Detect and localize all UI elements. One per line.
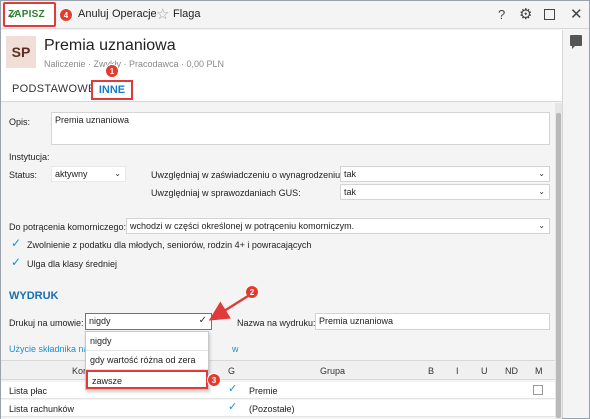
opis-label: Opis: xyxy=(9,117,31,127)
scrollbar-thumb[interactable] xyxy=(556,113,561,418)
dropdown-option-nonzero[interactable]: gdy wartość różna od zera xyxy=(86,351,208,370)
step-badge-1: 1 xyxy=(105,64,119,78)
row-name: Lista płac xyxy=(9,386,48,396)
page-subtitle: Naliczenie · Zwykły · Pracodawca · 0,00 … xyxy=(44,59,225,69)
row-grupa: (Pozostałe) xyxy=(249,404,295,414)
row-g-checkbox[interactable]: ✓ xyxy=(228,402,238,413)
drukuj-select[interactable]: nigdy ✓ xyxy=(85,313,212,330)
help-icon[interactable]: ? xyxy=(498,7,505,22)
column-header: I xyxy=(456,366,459,376)
dropdown-option-nigdy[interactable]: nigdy xyxy=(86,332,208,351)
drukuj-label: Drukuj na umowie: xyxy=(9,318,84,328)
drukuj-value: nigdy xyxy=(89,316,111,326)
gus-select[interactable]: tak ⌄ xyxy=(340,184,550,200)
nazwa-label: Nazwa na wydruku: xyxy=(237,318,316,328)
status-value: aktywny xyxy=(55,169,88,179)
chevron-down-icon: ⌄ xyxy=(538,169,545,178)
chevron-down-icon: ⌄ xyxy=(114,169,121,178)
gus-value: tak xyxy=(344,187,357,197)
side-panel xyxy=(562,30,589,418)
drukuj-dropdown-list: nigdy gdy wartość różna od zera zawsze xyxy=(85,331,209,390)
zwolnienie-checkbox[interactable]: ✓ xyxy=(11,237,22,249)
row-grupa: Premie xyxy=(249,386,278,396)
chevron-down-icon: ⌄ xyxy=(538,221,545,230)
step-badge-2: 2 xyxy=(245,285,259,299)
row-g-checkbox[interactable]: ✓ xyxy=(228,384,238,395)
flag-button[interactable]: Flaga xyxy=(173,8,201,20)
operations-menu[interactable]: Operacje xyxy=(112,8,157,20)
column-header: M xyxy=(535,366,543,376)
column-header: Grupa xyxy=(320,366,346,376)
close-icon[interactable]: ✕ xyxy=(570,5,583,23)
cancel-button[interactable]: Anuluj xyxy=(78,8,109,20)
save-button[interactable]: ✓ ZAPISZ xyxy=(3,2,56,27)
zwolnienie-label: Zwolnienie z podatku dla młodych, senior… xyxy=(27,240,312,250)
gear-icon[interactable]: ⚙ xyxy=(519,5,532,23)
chevron-down-icon: ⌄ xyxy=(538,187,545,196)
nazwa-value: Premia uznaniowa xyxy=(319,316,394,326)
save-label: ZAPISZ xyxy=(8,9,45,20)
usage-link[interactable]: Użycie składnika na xyxy=(9,344,89,354)
status-label: Status: xyxy=(9,170,38,180)
star-icon[interactable]: ☆ xyxy=(156,5,169,23)
dropdown-option-zawsze[interactable]: zawsze xyxy=(86,370,208,389)
gus-label: Uwzględniaj w sprawozdaniach GUS: xyxy=(151,188,301,198)
row-m-checkbox[interactable] xyxy=(533,385,543,395)
maximize-icon[interactable] xyxy=(544,7,555,23)
komornicze-value: wchodzi w części określonej w potrąceniu… xyxy=(130,221,355,231)
wydruk-section-title: WYDRUK xyxy=(9,290,59,302)
zaswiadczenie-select[interactable]: tak ⌄ xyxy=(340,166,550,182)
step-badge-4: 4 xyxy=(59,8,73,22)
opis-field[interactable]: Premia uznaniowa xyxy=(51,112,550,145)
nazwa-field[interactable]: Premia uznaniowa xyxy=(315,313,550,330)
column-header: ND xyxy=(505,366,518,376)
column-header: Kor xyxy=(72,366,87,376)
row-name: Lista rachunków xyxy=(9,404,75,414)
avatar: SP xyxy=(6,36,36,68)
usage-link-tail[interactable]: w xyxy=(232,344,239,354)
tab-podstawowe[interactable]: PODSTAWOWE xyxy=(12,83,96,95)
comment-icon[interactable] xyxy=(570,35,582,49)
tab-inne[interactable]: INNE xyxy=(91,80,133,100)
zaswiadczenie-label: Uwzględniaj w zaświadczeniu o wynagrodze… xyxy=(151,170,343,180)
instytucja-label: Instytucja: xyxy=(9,152,50,162)
komornicze-label: Do potrącenia komorniczego: xyxy=(9,222,127,232)
column-header: U xyxy=(481,366,488,376)
komornicze-select[interactable]: wchodzi w części określonej w potrąceniu… xyxy=(126,218,550,234)
check-icon: ✓ xyxy=(198,315,207,326)
tab-inne-label: INNE xyxy=(98,84,126,96)
page-title: Premia uznaniowa xyxy=(44,37,176,54)
ulga-label: Ulga dla klasy średniej xyxy=(27,259,118,269)
opis-value: Premia uznaniowa xyxy=(55,115,130,125)
column-header: G xyxy=(228,366,236,376)
ulga-checkbox[interactable]: ✓ xyxy=(11,256,22,268)
status-select[interactable]: aktywny ⌄ xyxy=(51,166,126,182)
step-badge-3: 3 xyxy=(207,373,221,387)
zaswiadczenie-value: tak xyxy=(344,169,357,179)
column-header: B xyxy=(428,366,435,376)
